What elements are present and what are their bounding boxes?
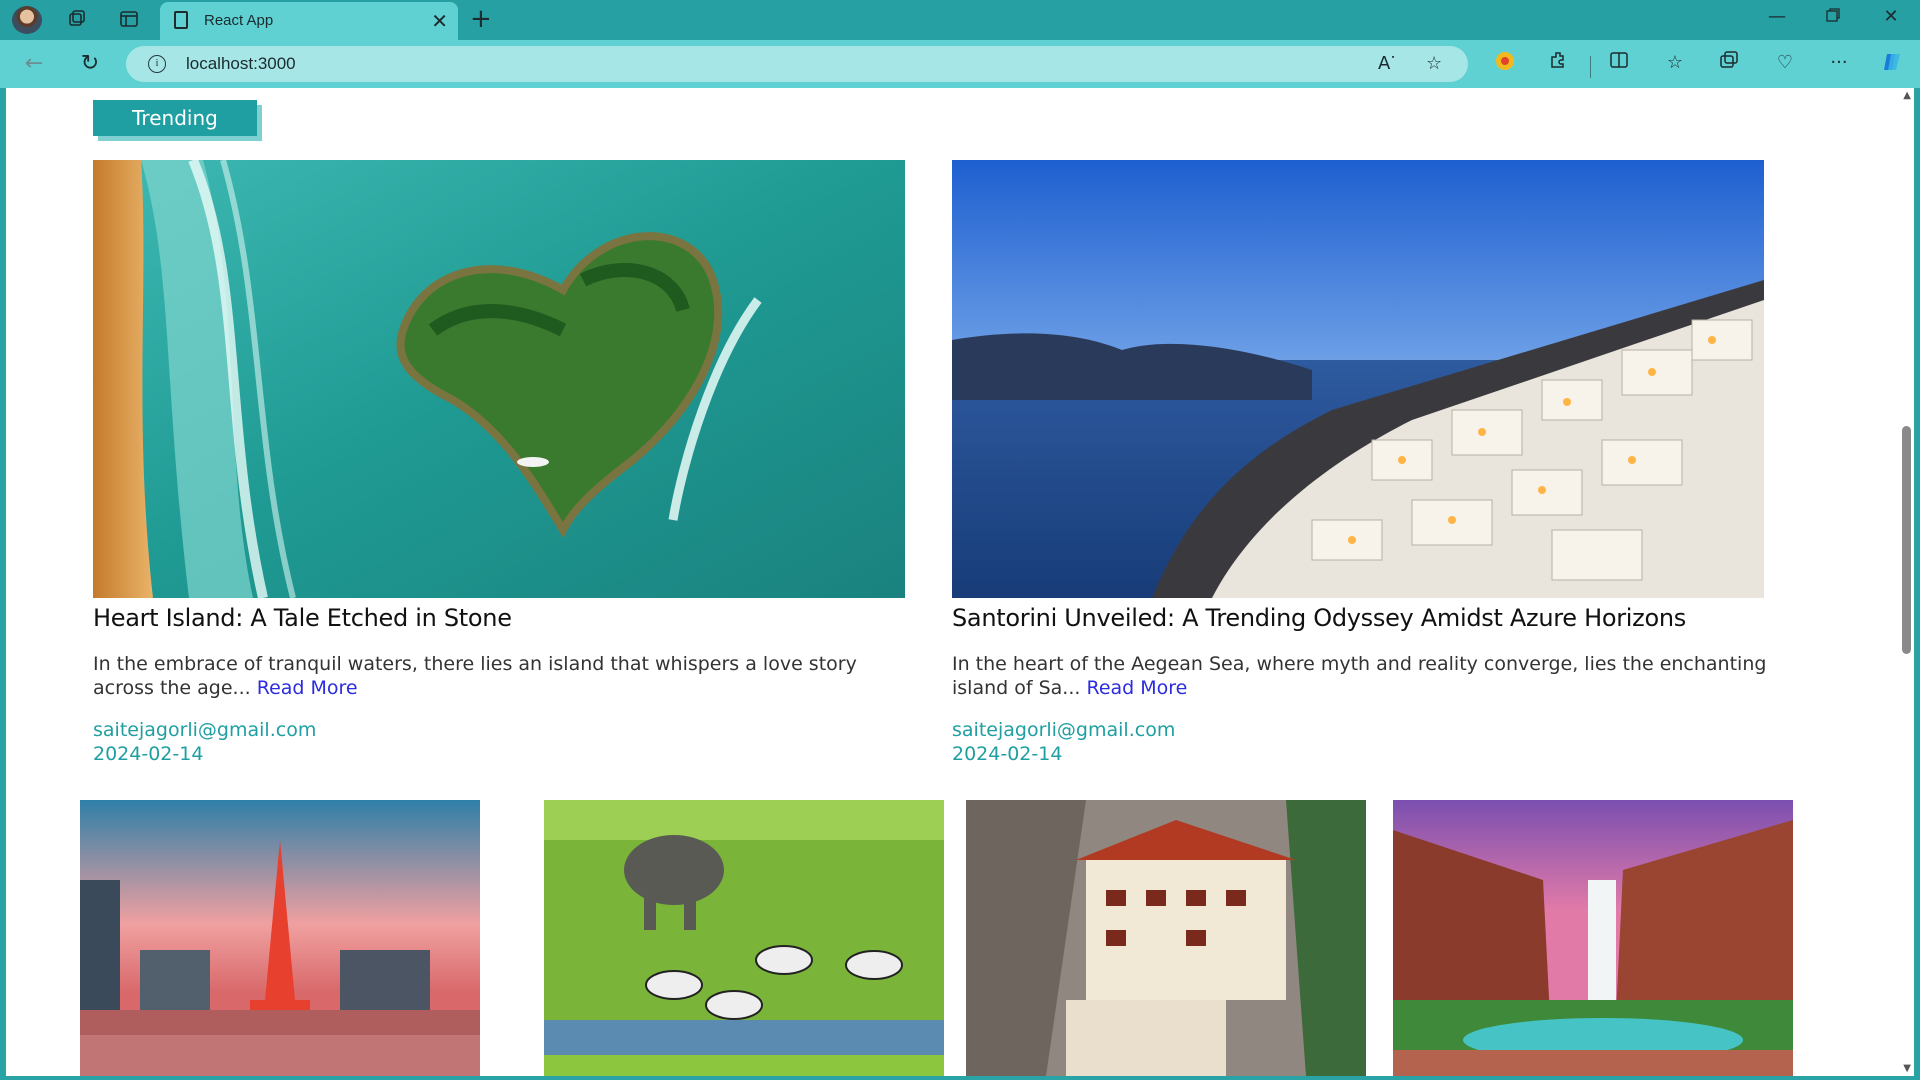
heart-island-image[interactable] xyxy=(93,160,905,598)
address-bar[interactable]: i localhost:3000 Aᐝ ☆ xyxy=(126,46,1468,82)
close-tab-icon[interactable]: ✕ xyxy=(431,9,448,33)
monastery-thumbnail[interactable] xyxy=(966,800,1366,1076)
minimize-icon[interactable]: — xyxy=(1762,6,1792,27)
toolbar-divider xyxy=(1590,56,1591,78)
publish-date: 2024-02-14 xyxy=(93,743,204,765)
waterfall-thumbnail[interactable] xyxy=(1393,800,1793,1076)
article-excerpt: In the embrace of tranquil waters, there… xyxy=(93,652,913,700)
scroll-up-icon[interactable]: ▲ xyxy=(1903,90,1911,101)
santorini-image[interactable] xyxy=(952,160,1764,598)
publish-date: 2024-02-14 xyxy=(952,743,1063,765)
extensions-icon[interactable] xyxy=(1546,50,1572,76)
new-tab-icon[interactable]: + xyxy=(470,4,492,34)
scroll-down-icon[interactable]: ▼ xyxy=(1903,1063,1911,1074)
split-screen-icon[interactable] xyxy=(1606,50,1632,76)
tab-active[interactable]: React App ✕ xyxy=(160,2,458,40)
collections-icon[interactable] xyxy=(1716,50,1742,76)
navigation-bar: ← ↻ i localhost:3000 Aᐝ ☆ ☆ ♡ ··· xyxy=(0,40,1920,88)
featured-card[interactable]: Heart Island: A Tale Etched in Stone In … xyxy=(93,160,905,766)
page-viewport: Trending Heart Island: A Tale Etched in … xyxy=(6,88,1914,1076)
tab-title: React App xyxy=(204,12,274,29)
browser-essentials-icon[interactable]: ♡ xyxy=(1772,50,1798,76)
url-text[interactable]: localhost:3000 xyxy=(186,54,296,74)
tokyo-thumbnail[interactable] xyxy=(80,800,480,1076)
favorite-star-icon[interactable]: ☆ xyxy=(1426,53,1442,74)
tab-actions-icon[interactable] xyxy=(118,9,140,31)
close-window-icon[interactable]: ✕ xyxy=(1876,6,1906,27)
author-email: saitejagorli@gmail.com xyxy=(93,719,317,741)
extension-badge-icon[interactable] xyxy=(1492,50,1518,76)
restore-icon[interactable] xyxy=(1818,6,1848,27)
refresh-icon[interactable]: ↻ xyxy=(76,50,104,78)
more-options-icon[interactable]: ··· xyxy=(1826,50,1852,76)
site-info-icon[interactable]: i xyxy=(148,55,166,73)
document-icon xyxy=(174,11,188,29)
read-more-link[interactable]: Read More xyxy=(1086,677,1187,699)
trending-label: Trending xyxy=(93,100,257,136)
back-icon[interactable]: ← xyxy=(20,50,48,78)
article-title[interactable]: Heart Island: A Tale Etched in Stone xyxy=(93,604,905,632)
read-more-link[interactable]: Read More xyxy=(257,677,358,699)
read-aloud-icon[interactable]: Aᐝ xyxy=(1378,53,1395,74)
copilot-icon[interactable] xyxy=(1880,50,1906,76)
favorites-icon[interactable]: ☆ xyxy=(1662,50,1688,76)
vertical-scrollbar[interactable]: ▲ ▼ xyxy=(1898,88,1914,1076)
excerpt-text: In the heart of the Aegean Sea, where my… xyxy=(952,653,1767,699)
scroll-thumb[interactable] xyxy=(1902,426,1911,654)
featured-card[interactable]: Santorini Unveiled: A Trending Odyssey A… xyxy=(952,160,1766,766)
excerpt-text: In the embrace of tranquil waters, there… xyxy=(93,653,857,699)
article-excerpt: In the heart of the Aegean Sea, where my… xyxy=(952,652,1772,700)
author-email: saitejagorli@gmail.com xyxy=(952,719,1176,741)
profile-avatar[interactable] xyxy=(12,6,42,34)
browser-window: React App ✕ + — ✕ ← ↻ i localhost:3000 A… xyxy=(0,0,1920,1080)
tab-strip: React App ✕ + — ✕ xyxy=(0,0,1920,40)
safari-thumbnail[interactable] xyxy=(544,800,944,1076)
article-title[interactable]: Santorini Unveiled: A Trending Odyssey A… xyxy=(952,604,1764,632)
workspaces-icon[interactable] xyxy=(66,9,88,31)
